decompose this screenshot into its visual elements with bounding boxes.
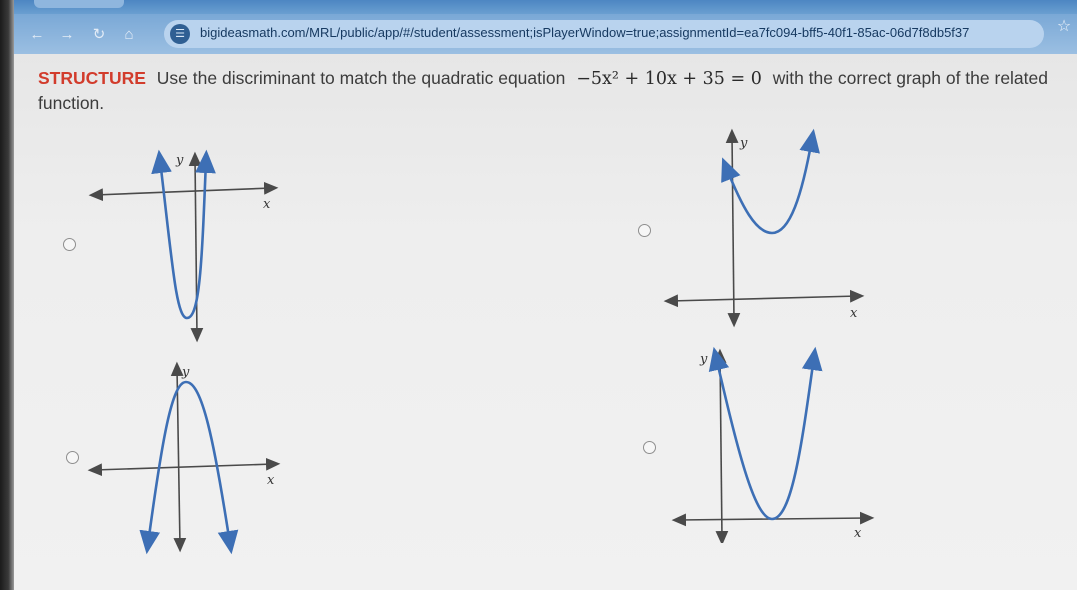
reload-icon[interactable]: ↻	[88, 24, 110, 46]
parabola-curve	[721, 128, 820, 235]
bookmark-star-icon[interactable]: ☆	[1051, 13, 1077, 41]
home-icon[interactable]: ⌂	[118, 24, 140, 46]
option-d-graph[interactable]: y x	[668, 343, 878, 543]
option-c-radio[interactable]	[66, 451, 79, 464]
browser-toolbar: ← → ↻ ⌂ ☰ bigideasmath.com/MRL/public/ap…	[14, 14, 1077, 54]
option-b-radio[interactable]	[638, 224, 651, 237]
x-axis-label: x	[267, 473, 275, 488]
question-text-before: Use the discriminant to match the quadra…	[156, 68, 566, 88]
address-bar[interactable]: ☰ bigideasmath.com/MRL/public/app/#/stud…	[164, 20, 1044, 48]
x-axis-label: x	[850, 306, 858, 321]
option-b-graph[interactable]: y x	[660, 125, 870, 330]
option-a-graph[interactable]: x y	[80, 140, 290, 350]
option-a-radio[interactable]	[63, 238, 76, 251]
tab-strip	[14, 0, 1077, 14]
y-axis-label: y	[175, 153, 184, 168]
question-label: STRUCTURE	[38, 68, 146, 88]
y-axis	[725, 128, 741, 328]
y-axis-label: y	[699, 352, 708, 367]
x-axis-label: x	[854, 526, 862, 541]
question-prompt: STRUCTURE Use the discriminant to match …	[38, 66, 1058, 115]
forward-arrow-icon[interactable]: →	[56, 24, 78, 46]
url-text: bigideasmath.com/MRL/public/app/#/studen…	[200, 25, 970, 40]
x-axis	[88, 181, 279, 202]
screen: ← → ↻ ⌂ ☰ bigideasmath.com/MRL/public/ap…	[0, 0, 1077, 590]
back-arrow-icon[interactable]: ←	[26, 24, 48, 46]
y-axis-label: y	[739, 136, 748, 151]
x-axis	[663, 289, 865, 308]
option-c-graph[interactable]: x y	[84, 360, 284, 555]
parabola-curve	[708, 346, 823, 521]
option-d-radio[interactable]	[643, 441, 656, 454]
parabola-curve	[139, 380, 239, 555]
y-axis-label: y	[181, 365, 190, 380]
parabola-curve	[151, 149, 216, 320]
browser-tab[interactable]	[34, 0, 124, 8]
x-axis-label: x	[263, 197, 271, 212]
site-settings-icon[interactable]: ☰	[170, 24, 190, 44]
monitor-bezel	[0, 0, 14, 590]
quadratic-equation: −5x² + 10x + 35 = 0	[576, 69, 762, 89]
x-axis	[87, 457, 281, 477]
y-axis	[170, 361, 187, 553]
